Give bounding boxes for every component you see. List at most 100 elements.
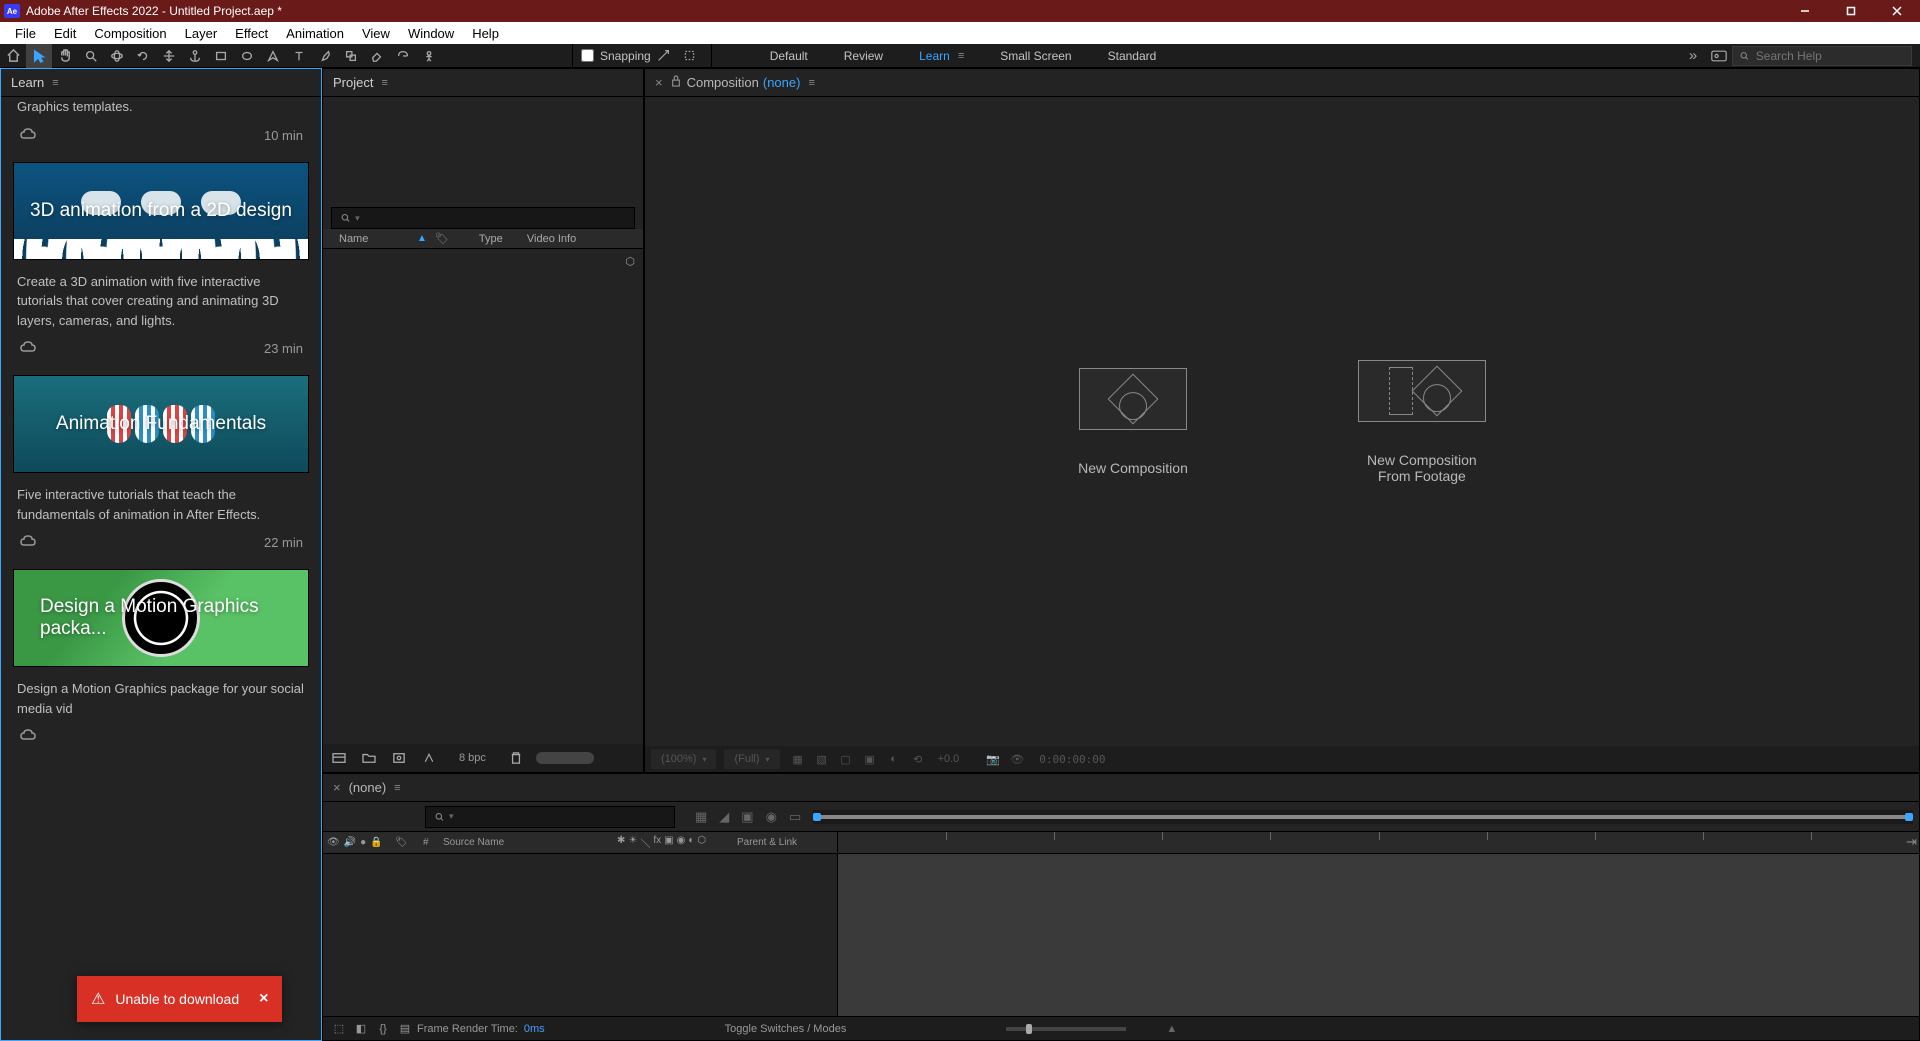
text-tool[interactable] xyxy=(286,44,312,68)
bpc-label[interactable]: 8 bpc xyxy=(449,752,496,764)
graph-editor-icon[interactable]: ▭ xyxy=(789,809,801,825)
selection-tool[interactable] xyxy=(26,44,52,68)
timecode-display[interactable]: 0:00:00:00 xyxy=(1031,753,1113,766)
rect-tool[interactable] xyxy=(208,44,234,68)
new-comp-footage-tile[interactable]: New Composition From Footage xyxy=(1358,360,1486,484)
sync-settings-icon[interactable] xyxy=(1706,44,1732,68)
audio-icon[interactable]: 🔊 xyxy=(344,837,356,848)
toggle-left-icon[interactable]: ◧ xyxy=(351,1019,371,1039)
project-slider[interactable] xyxy=(536,752,594,764)
clone-tool[interactable] xyxy=(338,44,364,68)
tag-icon[interactable]: 🏷 xyxy=(435,232,449,245)
new-folder-icon[interactable] xyxy=(359,748,379,768)
switch-icon[interactable]: fx xyxy=(653,835,661,850)
new-comp-icon[interactable] xyxy=(389,748,409,768)
zoom-out-icon[interactable]: ▲ xyxy=(1166,1023,1177,1035)
workspace-overflow[interactable]: » xyxy=(1680,44,1706,68)
adjust-icon[interactable] xyxy=(419,748,439,768)
menu-edit[interactable]: Edit xyxy=(45,22,85,44)
hamburger-icon[interactable]: ≡ xyxy=(394,782,400,794)
eraser-tool[interactable] xyxy=(364,44,390,68)
label-col-icon[interactable]: 🏷 xyxy=(395,837,408,848)
timeline-layers-area[interactable] xyxy=(323,854,837,1016)
shy-icon[interactable]: ◢ xyxy=(719,809,729,825)
project-search-input[interactable] xyxy=(360,211,626,226)
col-name[interactable]: Name xyxy=(323,233,415,245)
hamburger-icon[interactable]: ≡ xyxy=(381,77,387,89)
switch-icon[interactable]: ＼ xyxy=(640,835,650,850)
flowchart-icon[interactable]: ⬡ xyxy=(625,255,635,268)
close-tab-icon[interactable]: × xyxy=(655,75,663,90)
timeline-search-input[interactable] xyxy=(454,809,666,824)
interpret-footage-icon[interactable] xyxy=(329,748,349,768)
zoom-tool[interactable] xyxy=(78,44,104,68)
close-button[interactable] xyxy=(1874,0,1920,22)
work-area-start-handle[interactable] xyxy=(813,813,821,821)
project-tab[interactable]: Project xyxy=(333,75,373,90)
frame-blend-icon[interactable]: ▣ xyxy=(741,809,753,825)
orbit-tool[interactable] xyxy=(104,44,130,68)
fast-preview-icon[interactable]: ▦ xyxy=(788,749,808,769)
project-body[interactable]: ⬡ xyxy=(323,249,643,744)
render-queue-icon[interactable]: ▤ xyxy=(395,1019,415,1039)
hamburger-icon[interactable]: ≡ xyxy=(52,77,58,89)
hand-tool[interactable] xyxy=(52,44,78,68)
toast-close-button[interactable]: × xyxy=(259,990,268,1008)
timeline-tab-label[interactable]: (none) xyxy=(349,780,387,795)
reset-exposure-icon[interactable]: ⟲ xyxy=(908,749,928,769)
mask-icon[interactable]: ▢ xyxy=(836,749,856,769)
video-eye-icon[interactable]: 👁 xyxy=(327,837,340,848)
switch-icon[interactable]: ☀ xyxy=(628,835,637,850)
col-type[interactable]: Type xyxy=(449,233,519,245)
snapshot-icon[interactable]: 📷 xyxy=(983,749,1003,769)
exposure-value[interactable]: +0.0 xyxy=(932,753,966,765)
motion-blur-icon[interactable]: ◉ xyxy=(766,809,777,825)
anchor-tool[interactable] xyxy=(182,44,208,68)
col-hash[interactable]: # xyxy=(423,837,443,848)
minimize-button[interactable] xyxy=(1782,0,1828,22)
tutorial-card-3d[interactable]: 3D animation from a 2D design Create a 3… xyxy=(13,162,309,362)
comp-tab-label[interactable]: Composition xyxy=(687,75,759,90)
switch-icon[interactable]: ◉ xyxy=(677,835,686,850)
timeline-tracks-area[interactable]: ⇥ xyxy=(838,854,1919,1016)
col-video-info[interactable]: Video Info xyxy=(519,233,576,245)
snap-option-1[interactable] xyxy=(651,44,677,68)
channel-icon[interactable]: ◐ xyxy=(884,749,904,769)
puppet-tool[interactable] xyxy=(416,44,442,68)
snapping-checkbox[interactable] xyxy=(581,49,594,62)
switch-icon[interactable]: ✱ xyxy=(617,835,625,850)
menu-layer[interactable]: Layer xyxy=(176,22,227,44)
menu-window[interactable]: Window xyxy=(399,22,463,44)
switch-icon[interactable]: ▣ xyxy=(664,835,673,850)
maximize-button[interactable] xyxy=(1828,0,1874,22)
solo-icon[interactable]: ● xyxy=(360,837,366,848)
show-snapshot-icon[interactable]: 👁 xyxy=(1007,749,1027,769)
menu-view[interactable]: View xyxy=(353,22,399,44)
toggle-switches-modes[interactable]: Toggle Switches / Modes xyxy=(725,1023,847,1035)
workspace-small-screen[interactable]: Small Screen xyxy=(982,44,1089,67)
menu-file[interactable]: File xyxy=(6,22,45,44)
tutorial-card-partial[interactable]: Graphics templates. 10 min xyxy=(13,97,309,148)
comp-mini-icon[interactable]: ▦ xyxy=(695,809,707,825)
lock-icon[interactable] xyxy=(671,75,681,90)
ellipse-tool[interactable] xyxy=(234,44,260,68)
new-comp-tile[interactable]: New Composition xyxy=(1078,368,1188,476)
search-help-input[interactable] xyxy=(1756,49,1905,63)
timeline-ruler[interactable] xyxy=(838,832,1919,854)
workspace-learn[interactable]: Learn ≡ xyxy=(901,44,982,67)
transparency-grid-icon[interactable]: ▧ xyxy=(812,749,832,769)
rotate-tool[interactable] xyxy=(130,44,156,68)
zoom-slider[interactable] xyxy=(1006,1027,1126,1031)
menu-help[interactable]: Help xyxy=(463,22,508,44)
snap-option-2[interactable] xyxy=(677,44,703,68)
timeline-scrubber[interactable] xyxy=(813,810,1913,824)
col-parent-link[interactable]: Parent & Link xyxy=(737,837,837,848)
timeline-search[interactable]: ▾ xyxy=(425,806,675,828)
zoom-dropdown[interactable]: (100%) ▾ xyxy=(651,749,716,769)
learn-content[interactable]: Graphics templates. 10 min 3D animation … xyxy=(1,97,321,1040)
menu-effect[interactable]: Effect xyxy=(226,22,277,44)
collapse-icon[interactable]: ⇥ xyxy=(1906,834,1917,850)
col-source-name[interactable]: Source Name xyxy=(443,837,617,848)
tutorial-card-mograph[interactable]: Design a Motion Graphics packa... Design… xyxy=(13,569,309,749)
work-area-end-handle[interactable] xyxy=(1905,813,1913,821)
